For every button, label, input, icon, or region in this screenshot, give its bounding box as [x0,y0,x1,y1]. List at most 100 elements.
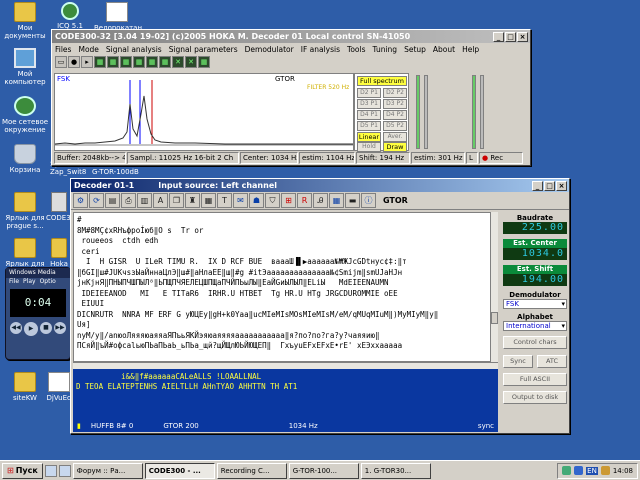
demodulator-select[interactable]: FSK [503,299,567,309]
tray-volume-icon[interactable] [600,466,610,475]
d4p1-button[interactable]: D4 P1 [357,110,381,120]
decoder-settings-icon[interactable]: ⚙ [73,193,88,208]
alphabet-select[interactable]: International [503,321,567,331]
bookmark-icon[interactable]: ☗ [249,193,264,208]
d3p1-button[interactable]: D3 P1 [357,99,381,109]
mp-menu-play[interactable]: Play [23,278,36,287]
desktop-icon-code30[interactable]: CODE30 [46,192,75,222]
menu-mode[interactable]: Mode [78,45,98,54]
maximize-icon[interactable]: □ [544,180,555,191]
mp-menu-file[interactable]: File [9,278,19,287]
menu-demodulator[interactable]: Demodulator [245,45,294,54]
grid-icon[interactable]: ▦ [329,193,344,208]
desktop-icon-recycle-bin[interactable]: Корзина [2,144,48,174]
find-icon[interactable]: ♜ [185,193,200,208]
full-spectrum-button[interactable]: Full spectrum [357,76,407,86]
tray-network-icon[interactable] [574,466,584,475]
mp-menu-options[interactable]: Optio [40,278,56,287]
desktop-icon-hoka[interactable]: Hoka [46,238,72,268]
copy-icon[interactable]: ❐ [169,193,184,208]
spectrum-icon[interactable]: ▦ [94,56,106,68]
mail-icon[interactable]: ✉ [233,193,248,208]
language-indicator[interactable]: EN [586,466,598,475]
media-player-window[interactable]: Windows Media File Play Optio 0:04 ◀◀ ▶ … [5,267,71,360]
decoder-titlebar[interactable]: Decoder 01-1 Input source: Left channel … [71,179,569,192]
clear-icon[interactable]: ▥ [137,193,152,208]
menu-tools[interactable]: Tools [347,45,365,54]
d2p2-button[interactable]: D2 P2 [383,88,407,98]
decoder-vertical-scrollbar[interactable] [490,212,498,362]
main-titlebar[interactable]: CODE300-32 [3.04 19-02] (c)2005 HOKA M. … [52,30,530,43]
minimize-icon[interactable]: _ [493,31,504,42]
d2p1-button[interactable]: D2 P1 [357,88,381,98]
info-icon[interactable]: ⓘ [361,193,376,208]
stats-icon[interactable]: ▦ [201,193,216,208]
sonogram-icon[interactable]: ▦ [120,56,132,68]
close-icon[interactable]: × [556,180,567,191]
code-icon[interactable]: ⊞ [281,193,296,208]
minimize-icon[interactable]: _ [532,180,543,191]
menu-setup[interactable]: Setup [404,45,426,54]
phase-icon[interactable]: ▦ [133,56,145,68]
keyboard-icon[interactable]: ▬ [345,193,360,208]
desktop-icon-network[interactable]: Мое сетевое окружение [0,96,50,134]
decoder-horizontal-scrollbar[interactable] [73,362,498,369]
quicklaunch-browser-icon[interactable] [58,464,71,477]
play-icon[interactable]: ▶ [24,322,38,336]
task-code300[interactable]: CODE300 - ... [144,462,215,479]
scope-icon[interactable]: ▦ [159,56,171,68]
atc-button[interactable]: ATC [537,355,567,368]
alt-icon[interactable]: Ꭿ [313,193,328,208]
menu-about[interactable]: About [433,45,455,54]
d4p2-button[interactable]: D4 P2 [383,110,407,120]
spectrum-display[interactable]: FSK GTOR FILTER 520 Hz [54,73,354,151]
threshold-slider[interactable] [480,75,484,149]
font-icon[interactable]: A [153,193,168,208]
output-to-disk-button[interactable]: Output to disk [503,391,567,404]
rewind-icon[interactable]: ◀◀ [10,322,22,334]
desktop-icon-my-computer[interactable]: Мой компьютер [2,48,48,86]
eye-diagram-icon[interactable]: ▦ [146,56,158,68]
stop-icon[interactable]: ■ [40,322,52,334]
waterfall-icon[interactable]: ▦ [107,56,119,68]
play-icon[interactable]: ▸ [81,56,93,68]
forward-icon[interactable]: ▶▶ [54,322,66,334]
full-ascii-button[interactable]: Full ASCII [503,373,567,386]
menu-files[interactable]: Files [55,45,71,54]
correlation-icon[interactable]: ✕ [185,56,197,68]
quicklaunch-desktop-icon[interactable] [44,464,57,477]
shield-icon[interactable]: ⛉ [265,193,280,208]
desktop-icon-shortcut[interactable]: Ярлык для [2,238,48,268]
sync-button[interactable]: Sync [503,355,533,368]
d3p2-button[interactable]: D3 P2 [383,99,407,109]
record-icon[interactable]: ● [68,56,80,68]
desktop-icon-prague[interactable]: Ярлык для prague s... [2,192,48,230]
d5p1-button[interactable]: D5 P1 [357,121,381,131]
desktop-icon-velorokatan[interactable]: Велорокатан [94,2,142,32]
task-gtor100[interactable]: G-TOR-100... [288,462,359,479]
print-icon[interactable]: ⎙ [121,193,136,208]
desktop-icon-djvued[interactable]: DjVuEd [46,372,72,402]
refresh-icon[interactable]: ⟳ [89,193,104,208]
start-button[interactable]: ⊞ Пуск [2,462,43,479]
constellation-icon[interactable]: ✕ [172,56,184,68]
open-icon[interactable]: ▭ [55,56,67,68]
desktop-icon-my-documents[interactable]: Мои документы [2,2,48,40]
scroll-thumb[interactable] [491,312,498,324]
linear-button[interactable]: Linear [357,132,381,142]
d5p2-button[interactable]: D5 P2 [383,121,407,131]
text-icon[interactable]: T [217,193,232,208]
control-chars-button[interactable]: Control chars [503,336,567,349]
auto-icon[interactable]: ▦ [198,56,210,68]
tray-app-icon[interactable] [562,466,572,475]
status-rec[interactable]: ● Rec [479,152,523,164]
task-forum[interactable]: Форум :: Ра... [72,462,143,479]
draw-button[interactable]: Draw [383,142,407,152]
save-icon[interactable]: ▤ [105,193,120,208]
desktop-icon-sitekw[interactable]: siteKW [2,372,48,402]
desktop-icon-icq[interactable]: ICQ 5.1 [50,2,90,30]
alphabet-icon[interactable]: R [297,193,312,208]
task-gtor30[interactable]: 1. G-TOR30... [360,462,431,479]
hold-button[interactable]: Hold [357,142,381,152]
menu-signal-parameters[interactable]: Signal parameters [169,45,238,54]
